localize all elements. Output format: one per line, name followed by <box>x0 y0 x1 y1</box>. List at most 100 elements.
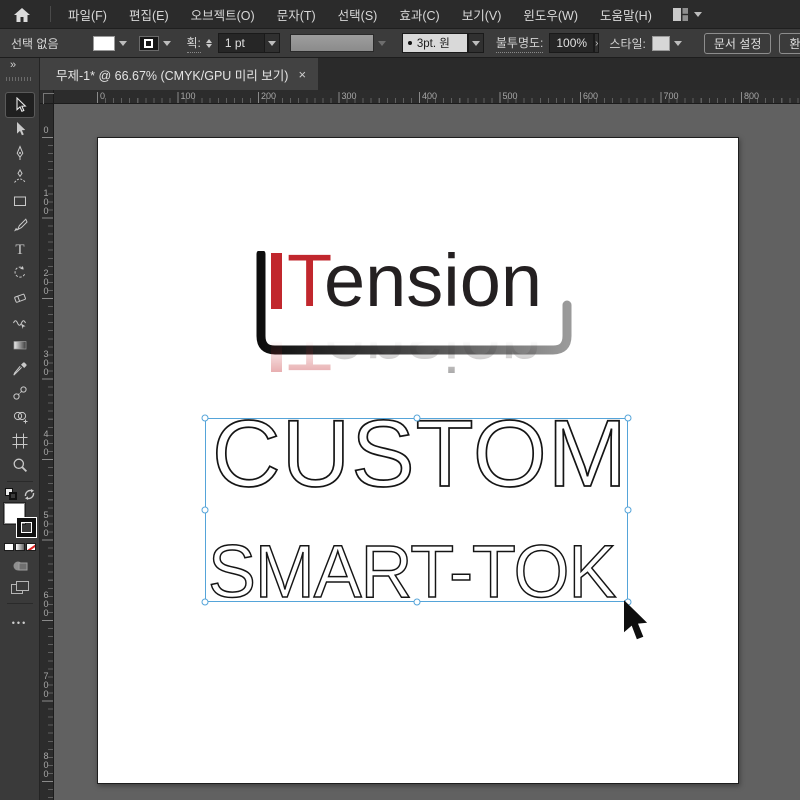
h-ruler-label-400: 400 <box>422 91 437 101</box>
workspace-switcher[interactable] <box>673 8 702 21</box>
stroke-width-dropdown[interactable]: 1 pt <box>218 33 280 53</box>
tool-artboard[interactable] <box>6 429 34 453</box>
swap-fill-stroke-icon[interactable] <box>24 489 35 500</box>
stroke-color-swatch[interactable] <box>139 36 159 51</box>
style-swatch[interactable] <box>652 36 670 51</box>
tool-selection[interactable] <box>6 93 34 117</box>
opacity-input[interactable]: 100% <box>549 33 594 53</box>
selection-handle[interactable] <box>202 507 209 514</box>
logo-reflection: Tension <box>270 313 630 375</box>
vertical-ruler[interactable]: 0100200300400500600700800 <box>40 104 54 800</box>
stroke-panel-link[interactable]: 획: <box>187 34 201 53</box>
shaper-icon <box>12 313 28 329</box>
brush-preview[interactable]: 3pt. 원 <box>402 33 468 53</box>
h-ruler-label-700: 700 <box>664 91 679 101</box>
brush-dropdown[interactable]: 3pt. 원 <box>402 33 484 53</box>
tool-rotate[interactable] <box>6 261 34 285</box>
stroke-width-stepper[interactable] <box>206 39 212 48</box>
shape-builder-icon <box>12 409 28 425</box>
toolbar-separator <box>7 481 33 482</box>
style-control[interactable] <box>652 34 686 52</box>
toolbar-grip[interactable] <box>6 77 32 81</box>
workspace-icon <box>673 8 688 21</box>
logo[interactable]: Tension <box>270 250 630 312</box>
chevron-down-icon <box>119 41 127 46</box>
selection-handle[interactable] <box>413 599 420 606</box>
eyedropper-icon <box>12 361 28 377</box>
menu-item-9[interactable]: 도움말(H) <box>589 0 663 30</box>
gradient-swatch-button[interactable] <box>15 543 25 551</box>
selection-handle[interactable] <box>413 415 420 422</box>
opacity-panel-link[interactable]: 불투명도: <box>496 34 544 53</box>
menu-item-1[interactable]: 파일(F) <box>57 0 118 30</box>
v-ruler-label-0: 0 <box>42 126 50 135</box>
toolbar-panel-header: » <box>0 58 40 90</box>
none-swatch-button[interactable] <box>26 543 36 551</box>
fill-stroke-indicator[interactable] <box>4 503 36 537</box>
stroke-width-value[interactable]: 1 pt <box>218 33 264 53</box>
stroke-width-dropdown-button[interactable] <box>264 33 280 53</box>
canvas-area[interactable]: Tension Tension CUSTOM SMART-TOK <box>54 104 800 800</box>
tool-pen[interactable] <box>6 141 34 165</box>
menu-items: 파일(F)편집(E)오브젝트(O)문자(T)선택(S)효과(C)보기(V)윈도우… <box>57 0 663 30</box>
fill-color-swatch[interactable] <box>93 36 115 51</box>
v-ruler-label-100: 100 <box>42 189 50 216</box>
stepper-down-icon[interactable] <box>206 44 212 48</box>
stroke-dropdown-button[interactable] <box>159 34 175 52</box>
menu-item-4[interactable]: 문자(T) <box>266 0 327 30</box>
style-dropdown-button[interactable] <box>670 34 686 52</box>
h-ruler-label-100: 100 <box>181 91 196 101</box>
fill-dropdown-button[interactable] <box>115 34 131 52</box>
tool-zoom[interactable] <box>6 453 34 477</box>
selection-handle[interactable] <box>625 507 632 514</box>
preferences-button[interactable]: 환경 설정 <box>779 33 800 54</box>
tool-type[interactable]: T <box>6 237 34 261</box>
screen-mode-icon[interactable] <box>11 581 29 595</box>
tool-eyedropper[interactable] <box>6 357 34 381</box>
horizontal-ruler[interactable]: 0100200300400500600700800 <box>54 90 800 104</box>
tool-eraser[interactable] <box>6 285 34 309</box>
chevron-down-icon <box>472 41 480 46</box>
text-object-line1[interactable]: CUSTOM <box>212 416 628 492</box>
menu-item-7[interactable]: 보기(V) <box>451 0 513 30</box>
stroke-indicator[interactable] <box>17 518 36 537</box>
text-object-line2[interactable]: SMART-TOK <box>208 534 615 610</box>
stepper-up-icon[interactable] <box>206 39 212 43</box>
tool-curvature[interactable] <box>6 165 34 189</box>
selection-handle[interactable] <box>202 599 209 606</box>
fill-color-control[interactable] <box>93 34 131 52</box>
stroke-color-control[interactable] <box>139 34 175 52</box>
brush-dropdown-button[interactable] <box>468 33 484 53</box>
document-setup-button[interactable]: 문서 설정 <box>704 33 772 54</box>
toolbar-expand-button[interactable]: » <box>10 59 15 71</box>
tool-blend[interactable] <box>6 381 34 405</box>
selection-handle[interactable] <box>625 415 632 422</box>
tool-rectangle[interactable] <box>6 189 34 213</box>
menu-item-2[interactable]: 편집(E) <box>118 0 180 30</box>
selection-handle[interactable] <box>202 415 209 422</box>
opacity-options-button[interactable]: › <box>594 33 599 53</box>
document-tab[interactable]: 무제-1* @ 66.67% (CMYK/GPU 미리 보기) × <box>40 58 318 90</box>
more-tools-button[interactable]: ••• <box>12 618 27 628</box>
tool-shaper[interactable] <box>6 309 34 333</box>
fill-stroke-proxy-icon[interactable] <box>5 488 17 500</box>
curvature-icon <box>12 169 28 185</box>
zoom-icon <box>12 457 28 473</box>
style-label: 스타일: <box>609 35 645 52</box>
menu-item-5[interactable]: 선택(S) <box>327 0 389 30</box>
logo-letter-i-bar <box>271 253 282 309</box>
menu-item-6[interactable]: 효과(C) <box>388 0 450 30</box>
tab-close-icon[interactable]: × <box>298 67 306 82</box>
home-icon[interactable] <box>0 6 44 23</box>
menu-item-8[interactable]: 윈도우(W) <box>512 0 589 30</box>
selection-status: 선택 없음 <box>11 35 59 52</box>
tool-gradient[interactable] <box>6 333 34 357</box>
menu-item-3[interactable]: 오브젝트(O) <box>180 0 266 30</box>
color-swatch-button[interactable] <box>4 543 14 551</box>
drawing-mode-icon[interactable] <box>12 559 28 573</box>
ruler-origin-corner[interactable] <box>40 90 54 104</box>
tool-shape-builder[interactable] <box>6 405 34 429</box>
tool-direct-selection[interactable] <box>6 117 34 141</box>
tool-paintbrush[interactable] <box>6 213 34 237</box>
type-icon: T <box>12 241 28 257</box>
